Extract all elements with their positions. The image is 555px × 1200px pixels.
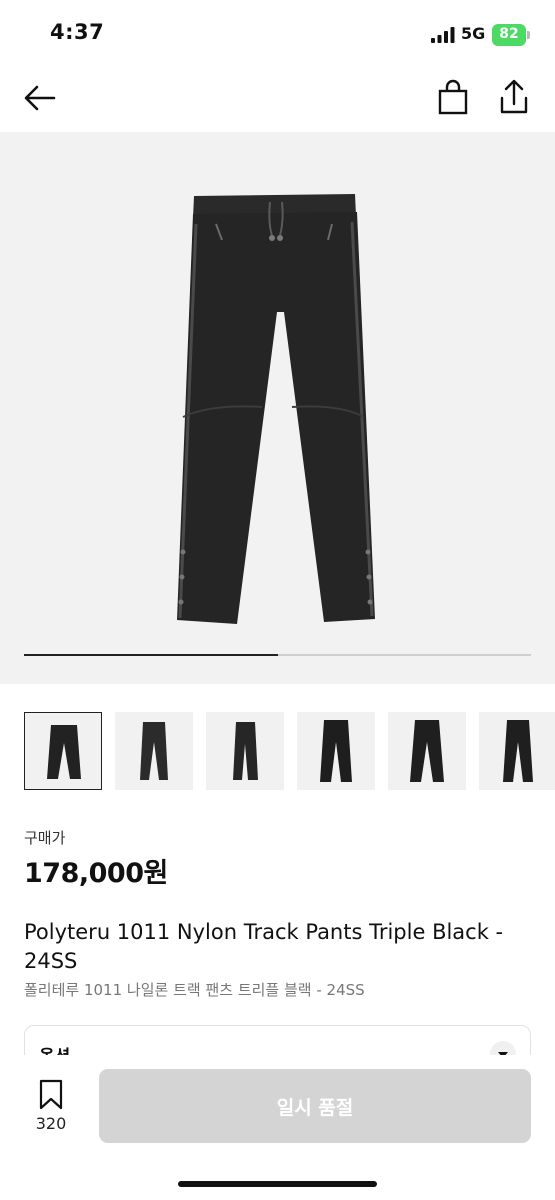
nav-bar (0, 62, 555, 132)
share-button[interactable] (494, 76, 534, 118)
price: 178,000원 (24, 858, 168, 889)
signal-icon (431, 27, 455, 43)
product-subtitle: 폴리테루 1011 나일론 트랙 팬츠 트리플 블랙 - 24SS (24, 981, 365, 999)
back-button[interactable] (20, 78, 60, 118)
cart-button[interactable] (434, 78, 472, 118)
arrow-left-icon (24, 85, 56, 111)
thumbnail-6[interactable] (479, 712, 555, 790)
product-title: Polyteru 1011 Nylon Track Pants Triple B… (24, 920, 504, 973)
thumbnail-3[interactable] (206, 712, 284, 790)
thumbnail-strip (24, 712, 555, 792)
thumbnail-2[interactable] (115, 712, 193, 790)
battery-icon: 82 (492, 24, 530, 46)
gallery-progress (24, 654, 531, 656)
shopping-bag-icon (438, 79, 468, 115)
bottom-bar: 320 일시 품절 (0, 1055, 555, 1200)
network-label: 5G (461, 24, 486, 43)
thumbnail-4[interactable] (297, 712, 375, 790)
status-bar: 4:37 5G 82 (0, 0, 555, 62)
wishlist-count: 320 (35, 1114, 67, 1133)
product-image-gallery[interactable] (0, 132, 555, 684)
product-image (177, 194, 375, 624)
home-indicator (178, 1181, 377, 1187)
soldout-button[interactable]: 일시 품절 (99, 1069, 531, 1143)
status-time: 4:37 (50, 20, 105, 44)
gallery-progress-fill (24, 654, 278, 656)
share-icon (500, 79, 528, 114)
thumbnail-5[interactable] (388, 712, 466, 790)
price-label: 구매가 (24, 829, 66, 847)
wishlist-button[interactable]: 320 (22, 1077, 80, 1137)
bookmark-icon (39, 1079, 63, 1110)
battery-level: 82 (499, 26, 519, 42)
thumbnail-1[interactable] (24, 712, 102, 790)
